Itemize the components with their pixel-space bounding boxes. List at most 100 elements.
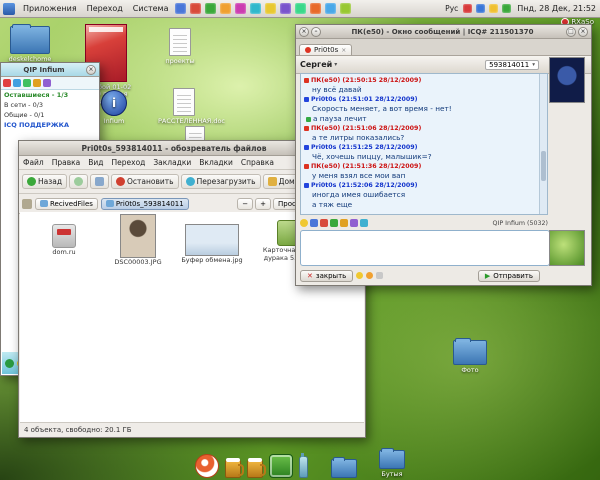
stop-button[interactable]: Остановить: [111, 174, 179, 189]
media-player-icon[interactable]: [195, 454, 219, 478]
tray-volume-icon[interactable]: [502, 4, 511, 13]
more-options-icon[interactable]: [376, 272, 383, 279]
menu-applications[interactable]: Приложения: [18, 0, 82, 17]
close-chat-label: закрыть: [316, 272, 346, 280]
back-label: Назад: [38, 177, 62, 186]
zoom-out-button[interactable]: −: [237, 198, 253, 210]
send-file-icon[interactable]: [330, 219, 338, 227]
menu-help[interactable]: Справка: [237, 158, 278, 167]
close-tab-icon[interactable]: ×: [341, 47, 346, 54]
chat-contact-bar: Сергей ▾ 593814011 ▾: [296, 56, 591, 74]
firefox-icon[interactable]: [220, 3, 231, 14]
file-item[interactable]: dom.ru: [32, 224, 96, 256]
app-launcher-icon[interactable]: [280, 3, 291, 14]
client-version-label[interactable]: QIP Infium (5032): [493, 220, 549, 227]
desktop-icon-folder-home[interactable]: deskelchome: [2, 26, 58, 63]
breadcrumb-current[interactable]: Pri0t0s_593814011: [101, 198, 189, 210]
quote-icon[interactable]: [350, 219, 358, 227]
app-launcher-icon[interactable]: [265, 3, 276, 14]
edit-location-icon[interactable]: [22, 199, 32, 209]
contact-avatar[interactable]: [549, 57, 585, 103]
history-icon[interactable]: [340, 219, 348, 227]
desktop-icon-photo-folder[interactable]: Фото: [446, 340, 494, 374]
desktop-icon-projects[interactable]: проекты: [158, 28, 202, 65]
file-item[interactable]: Буфер обмена.jpg: [180, 224, 244, 264]
close-icon[interactable]: ×: [299, 27, 309, 37]
package-manager-icon[interactable]: [269, 454, 293, 478]
contact-group-general[interactable]: Общие - 0/1: [1, 110, 99, 120]
app-launcher-icon[interactable]: [190, 3, 201, 14]
smiley-icon[interactable]: [300, 219, 308, 227]
dock-folder-icon[interactable]: [331, 459, 357, 478]
smiley-icon[interactable]: [356, 272, 363, 279]
beer-mug-icon[interactable]: [225, 460, 241, 478]
scrollbar-thumb[interactable]: [541, 151, 546, 181]
chat-input-field[interactable]: [300, 230, 550, 266]
app-launcher-icon[interactable]: [250, 3, 261, 14]
send-button[interactable]: ▶ Отправить: [478, 270, 540, 282]
app-launcher-icon[interactable]: [340, 3, 351, 14]
menu-tabs[interactable]: Вкладки: [195, 158, 237, 167]
menu-edit[interactable]: Правка: [48, 158, 85, 167]
contact-group-icq-support[interactable]: ICQ ПОДДЕРЖКА: [1, 120, 99, 130]
menu-places[interactable]: Переход: [82, 0, 128, 17]
chat-tab[interactable]: Pri0t0s ×: [299, 44, 352, 55]
contact-group-offline[interactable]: Оставшиеся - 1/3: [1, 90, 99, 100]
close-icon: ✕: [307, 272, 313, 280]
contact-uin-dropdown[interactable]: 593814011 ▾: [485, 60, 539, 70]
menu-view[interactable]: Вид: [84, 158, 107, 167]
zoom-in-button[interactable]: +: [255, 198, 271, 210]
dock-folder-butya[interactable]: Бутыя: [379, 450, 405, 478]
close-chat-button[interactable]: ✕ закрыть: [300, 270, 353, 282]
reload-button[interactable]: Перезагрузить: [181, 174, 261, 189]
search-icon[interactable]: [23, 79, 31, 87]
keyboard-layout-indicator[interactable]: Рус: [442, 4, 461, 13]
settings-icon[interactable]: [33, 79, 41, 87]
app-launcher-icon[interactable]: [235, 3, 246, 14]
maximize-icon[interactable]: □: [566, 27, 576, 37]
smiley-icon[interactable]: [366, 272, 373, 279]
message-text: ну всё давай: [304, 85, 544, 95]
menu-go[interactable]: Переход: [108, 158, 150, 167]
close-icon[interactable]: ×: [578, 27, 588, 37]
color-icon[interactable]: [320, 219, 328, 227]
spellcheck-icon[interactable]: [360, 219, 368, 227]
forward-button[interactable]: [69, 174, 88, 189]
menu-file[interactable]: Файл: [19, 158, 48, 167]
file-icon: [52, 224, 76, 248]
accounts-icon[interactable]: [13, 79, 21, 87]
chat-scrollbar[interactable]: [539, 74, 547, 214]
back-button[interactable]: Назад: [22, 174, 67, 189]
menu-system[interactable]: Система: [128, 0, 174, 17]
tray-network-icon[interactable]: [476, 4, 485, 13]
up-button[interactable]: [90, 174, 109, 189]
desktop-icon-rasst-doc[interactable]: РАССТЕЛЕННАЯ.doc: [158, 88, 210, 125]
file-item[interactable]: DSC00003.JPG: [106, 214, 170, 266]
history-icon[interactable]: [43, 79, 51, 87]
minimize-icon[interactable]: –: [311, 27, 321, 37]
tray-qip-icon[interactable]: [463, 4, 472, 13]
beer-mug-icon[interactable]: [247, 460, 263, 478]
chevron-down-icon[interactable]: ▾: [334, 61, 337, 68]
status-icon[interactable]: [3, 79, 11, 87]
contact-name[interactable]: Сергей: [300, 60, 332, 69]
app-launcher-icon[interactable]: [205, 3, 216, 14]
app-launcher-icon[interactable]: [295, 3, 306, 14]
breadcrumb[interactable]: RecivedFiles: [35, 198, 98, 210]
app-launcher-icon[interactable]: [325, 3, 336, 14]
app-launcher-icon[interactable]: [175, 3, 186, 14]
tray-update-icon[interactable]: [489, 4, 498, 13]
chat-titlebar[interactable]: × – ПК(е50) - Окно сообщений | ICQ# 2115…: [296, 25, 591, 39]
online-status-icon[interactable]: [5, 359, 14, 368]
close-icon[interactable]: ×: [86, 65, 96, 75]
app-launcher-icon[interactable]: [310, 3, 321, 14]
own-avatar[interactable]: [549, 230, 585, 266]
font-icon[interactable]: [310, 219, 318, 227]
contact-group-online[interactable]: В сети - 0/3: [1, 100, 99, 110]
bottle-icon[interactable]: [299, 456, 308, 478]
contact-list-titlebar[interactable]: QIP Infium ×: [1, 63, 99, 77]
panel-clock[interactable]: Пнд, 28 Дек, 21:52: [513, 4, 600, 13]
chat-message-log[interactable]: ПК(е50) (21:50:15 28/12/2009) ну всё дав…: [300, 73, 548, 215]
menu-bookmarks[interactable]: Закладки: [149, 158, 195, 167]
distro-menu-icon[interactable]: [3, 3, 15, 15]
